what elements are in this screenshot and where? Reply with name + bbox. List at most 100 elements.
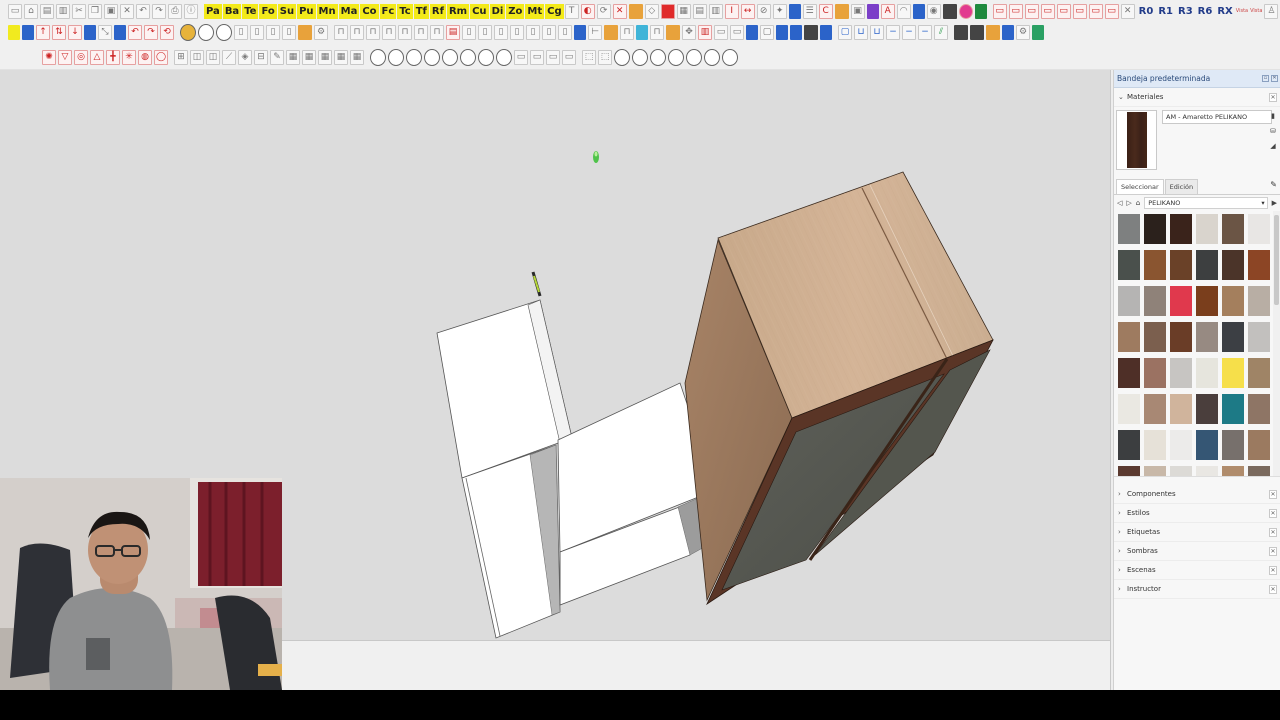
material-swatch[interactable]: [1118, 394, 1140, 424]
box6-icon[interactable]: ▭: [1072, 3, 1087, 19]
undo-icon[interactable]: ↶: [136, 3, 150, 19]
material-swatch[interactable]: [1248, 430, 1270, 460]
door-3-icon[interactable]: ▯: [494, 24, 508, 40]
door-5-icon[interactable]: ▯: [526, 24, 540, 40]
box5-icon[interactable]: ▭: [1056, 3, 1071, 19]
material-swatch[interactable]: [1196, 430, 1218, 460]
materials-panel-header[interactable]: ⌄ Materiales ✕: [1114, 88, 1280, 107]
box-select-icon[interactable]: ⊞: [174, 49, 188, 65]
material-swatch[interactable]: [1170, 322, 1192, 352]
copy-icon[interactable]: ❐: [88, 3, 102, 19]
material-swatch[interactable]: [1118, 322, 1140, 352]
paste-icon[interactable]: ▣: [104, 3, 118, 19]
layer-icon[interactable]: ▥: [708, 3, 723, 19]
toolbar-button-ma[interactable]: Ma: [338, 3, 360, 19]
tab-select[interactable]: Seleccionar: [1116, 179, 1164, 194]
move-icon[interactable]: ✥: [682, 24, 696, 40]
material-swatch[interactable]: [1144, 214, 1166, 244]
view-5-icon[interactable]: [686, 48, 702, 66]
gear-icon[interactable]: ⚙: [314, 24, 328, 40]
sample-paint-icon[interactable]: ◢: [1269, 141, 1277, 151]
door-6-icon[interactable]: ▯: [542, 24, 556, 40]
material-swatch[interactable]: [1144, 286, 1166, 316]
toolbar-button-rm[interactable]: Rm: [446, 3, 470, 19]
list-icon[interactable]: ☰: [802, 3, 817, 19]
cabinet-icon[interactable]: ▥: [698, 24, 712, 40]
round-7-icon[interactable]: [478, 48, 494, 66]
round-8-icon[interactable]: [496, 48, 512, 66]
blue-box-icon[interactable]: [776, 24, 788, 40]
panel-sombras[interactable]: › Sombras ✕: [1114, 542, 1280, 561]
blue-box3-icon[interactable]: [820, 24, 832, 40]
material-icon[interactable]: ◐: [580, 3, 595, 19]
slide-icon[interactable]: ⊓: [650, 24, 664, 40]
shelf-1-icon[interactable]: ⊓: [334, 24, 348, 40]
forward-icon[interactable]: ▷: [1126, 199, 1131, 207]
sphere-3-icon[interactable]: [216, 23, 232, 41]
grid-icon[interactable]: ▦: [676, 3, 691, 19]
cyan-tool-icon[interactable]: [636, 24, 648, 40]
outline-1-icon[interactable]: ▢: [838, 24, 852, 40]
axes-icon[interactable]: ✦: [772, 3, 787, 19]
redo-icon[interactable]: ↷: [152, 3, 166, 19]
outline-4-icon[interactable]: −: [886, 24, 900, 40]
green-sheet-icon[interactable]: [1032, 24, 1044, 40]
tag-icon[interactable]: ▤: [692, 3, 707, 19]
panel-6-icon[interactable]: ▦: [350, 49, 364, 65]
box2-icon[interactable]: ▭: [1008, 3, 1023, 19]
material-swatch[interactable]: [1144, 250, 1166, 280]
cut-icon[interactable]: ✂: [72, 3, 86, 19]
blue-tool-icon[interactable]: [574, 24, 586, 40]
create-material-icon[interactable]: ▮: [1269, 111, 1277, 121]
material-swatch[interactable]: [1196, 466, 1218, 476]
material-swatch[interactable]: [1248, 214, 1270, 244]
toolbar-button-rx[interactable]: RX: [1215, 4, 1234, 19]
toolbar-button-rf[interactable]: Rf: [429, 3, 446, 19]
material-swatch[interactable]: [1248, 466, 1270, 476]
blue-list-icon[interactable]: [1002, 24, 1014, 40]
panel-estilos[interactable]: › Estilos ✕: [1114, 504, 1280, 523]
select-arrow-icon[interactable]: [8, 24, 20, 40]
material-swatch[interactable]: [1118, 286, 1140, 316]
view-6-icon[interactable]: [704, 48, 720, 66]
panel-2-icon[interactable]: ▦: [286, 49, 300, 65]
wall-1-icon[interactable]: ▯: [234, 24, 248, 40]
tray-pin-icon[interactable]: ▫: [1262, 75, 1269, 82]
panel-close-icon[interactable]: ✕: [1269, 546, 1277, 556]
scale-icon[interactable]: ⤡: [98, 24, 112, 40]
view-7-icon[interactable]: [722, 48, 738, 66]
current-material-swatch[interactable]: [1116, 110, 1157, 170]
erase-icon[interactable]: ✕: [120, 3, 134, 19]
round-1-icon[interactable]: [370, 48, 386, 66]
material-swatch[interactable]: [1222, 430, 1244, 460]
open-icon[interactable]: ⌂: [24, 3, 38, 19]
export-icon[interactable]: [942, 3, 957, 19]
frame-icon[interactable]: ▣: [850, 3, 865, 19]
toolbar-button-fo[interactable]: Fo: [259, 3, 277, 19]
settings-icon[interactable]: ⚙: [1016, 24, 1030, 40]
redo-red-icon[interactable]: ↷: [144, 24, 158, 40]
toolbar-button-tc[interactable]: Tc: [397, 3, 413, 19]
module-icon[interactable]: [746, 24, 758, 40]
panel-close-icon[interactable]: ✕: [1269, 527, 1277, 537]
material-swatch[interactable]: [1248, 322, 1270, 352]
frame-2-icon[interactable]: ▭: [714, 24, 728, 40]
material-swatch[interactable]: [1118, 214, 1140, 244]
material-swatch[interactable]: [1196, 214, 1218, 244]
explode-icon[interactable]: ✺: [42, 49, 56, 65]
ellipse-icon[interactable]: ◯: [154, 49, 168, 65]
materials-close-icon[interactable]: ✕: [1269, 92, 1277, 102]
toolbar-button-cg[interactable]: Cg: [545, 3, 564, 19]
tab-edit[interactable]: Edición: [1164, 179, 1199, 194]
shelf-4-icon[interactable]: ⊓: [382, 24, 396, 40]
toolbar-button-su[interactable]: Su: [277, 3, 297, 19]
material-swatch[interactable]: [1170, 358, 1192, 388]
toolbar-button-ba[interactable]: Ba: [222, 3, 242, 19]
edit-icon[interactable]: ✎: [270, 49, 284, 65]
outline-6-icon[interactable]: −: [918, 24, 932, 40]
cube-1-icon[interactable]: ◫: [190, 49, 204, 65]
material-swatch[interactable]: [1118, 358, 1140, 388]
material-swatch[interactable]: [1222, 466, 1244, 476]
boxes-icon[interactable]: ⊟: [254, 49, 268, 65]
panel-componentes[interactable]: › Componentes ✕: [1114, 485, 1280, 504]
